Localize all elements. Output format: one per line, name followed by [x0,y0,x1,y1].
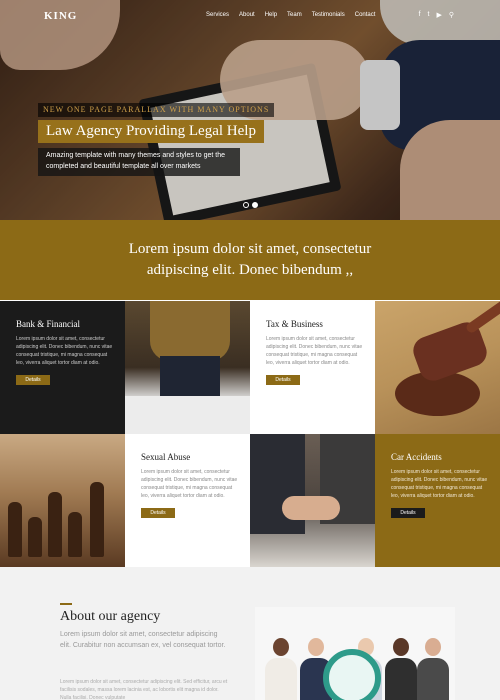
globe-icon [323,649,381,700]
youtube-icon[interactable]: ▶ [436,11,441,19]
service-title: Car Accidents [391,452,442,462]
photo-element [282,496,340,520]
service-card-tax: Tax & Business Lorem ipsum dolor sit ame… [250,301,375,434]
intro-banner: Lorem ipsum dolor sit amet, consectetur … [0,220,500,300]
service-title: Sexual Abuse [141,452,191,462]
hero-description: Amazing template with many themes and st… [38,148,240,176]
photo-element [90,482,104,557]
handshake-photo [250,434,375,567]
service-text: Lorem ipsum dolor sit amet, consectetur … [391,469,488,499]
service-text: Lorem ipsum dolor sit amet, consectetur … [16,336,113,366]
facebook-icon[interactable]: f [419,11,421,19]
hero-section: KING Services About Help Team Testimonia… [0,0,500,220]
gavel-photo [375,301,500,434]
team-photo [255,607,455,700]
chess-photo [0,434,125,567]
office-photo [125,301,250,434]
slider-dot-2[interactable] [252,202,258,208]
banner-line-1: Lorem ipsum dolor sit amet, consectetur [128,241,372,257]
details-button[interactable]: Details [266,375,300,385]
photo-element [68,512,82,557]
service-card-abuse: Sexual Abuse Lorem ipsum dolor sit amet,… [125,434,250,567]
social-links: f t ▶ ⚲ [419,11,454,19]
slider-dots [243,202,258,208]
hero-title: Law Agency Providing Legal Help [38,120,264,143]
details-button[interactable]: Details [16,375,50,385]
about-section: About our agency Lorem ipsum dolor sit a… [0,567,500,700]
site-logo[interactable]: KING [44,10,77,22]
photo-element [150,301,230,361]
nav-item-contact[interactable]: Contact [355,12,376,18]
nav-item-team[interactable]: Team [287,12,302,18]
service-title: Tax & Business [266,319,323,329]
service-card-accidents: Car Accidents Lorem ipsum dolor sit amet… [375,434,500,567]
banner-line-2: adipiscing elit. Donec bibendum ,, [146,262,354,278]
photo-element [385,638,417,700]
about-body: Lorem ipsum dolor sit amet, consectetur … [60,679,228,700]
photo-element [125,396,250,434]
photo-element [160,356,220,396]
service-text: Lorem ipsum dolor sit amet, consectetur … [141,469,238,499]
main-menu: Services About Help Team Testimonials Co… [206,12,375,18]
nav-item-about[interactable]: About [239,12,255,18]
nav-item-testimonials[interactable]: Testimonials [312,12,345,18]
slider-dot-1[interactable] [243,202,249,208]
service-title: Bank & Financial [16,319,80,329]
nav-item-help[interactable]: Help [265,12,277,18]
photo-element [417,638,449,700]
search-icon[interactable]: ⚲ [449,11,454,19]
photo-element [265,638,297,700]
about-lead: Lorem ipsum dolor sit amet, consectetur … [60,631,226,649]
details-button[interactable]: Details [141,508,175,518]
hero-tagline: NEW ONE PAGE PARALLAX WITH MANY OPTIONS [38,103,275,117]
nav-item-services[interactable]: Services [206,12,229,18]
photo-element [48,492,62,557]
service-text: Lorem ipsum dolor sit amet, consectetur … [266,336,363,366]
accent-divider [60,603,72,605]
top-navigation: KING Services About Help Team Testimonia… [0,0,500,32]
twitter-icon[interactable]: t [428,11,430,19]
service-card-bank: Bank & Financial Lorem ipsum dolor sit a… [0,301,125,434]
photo-element [8,502,22,557]
details-button[interactable]: Details [391,508,425,518]
photo-element [464,301,500,335]
about-title: About our agency [60,609,161,624]
photo-element [28,517,42,557]
